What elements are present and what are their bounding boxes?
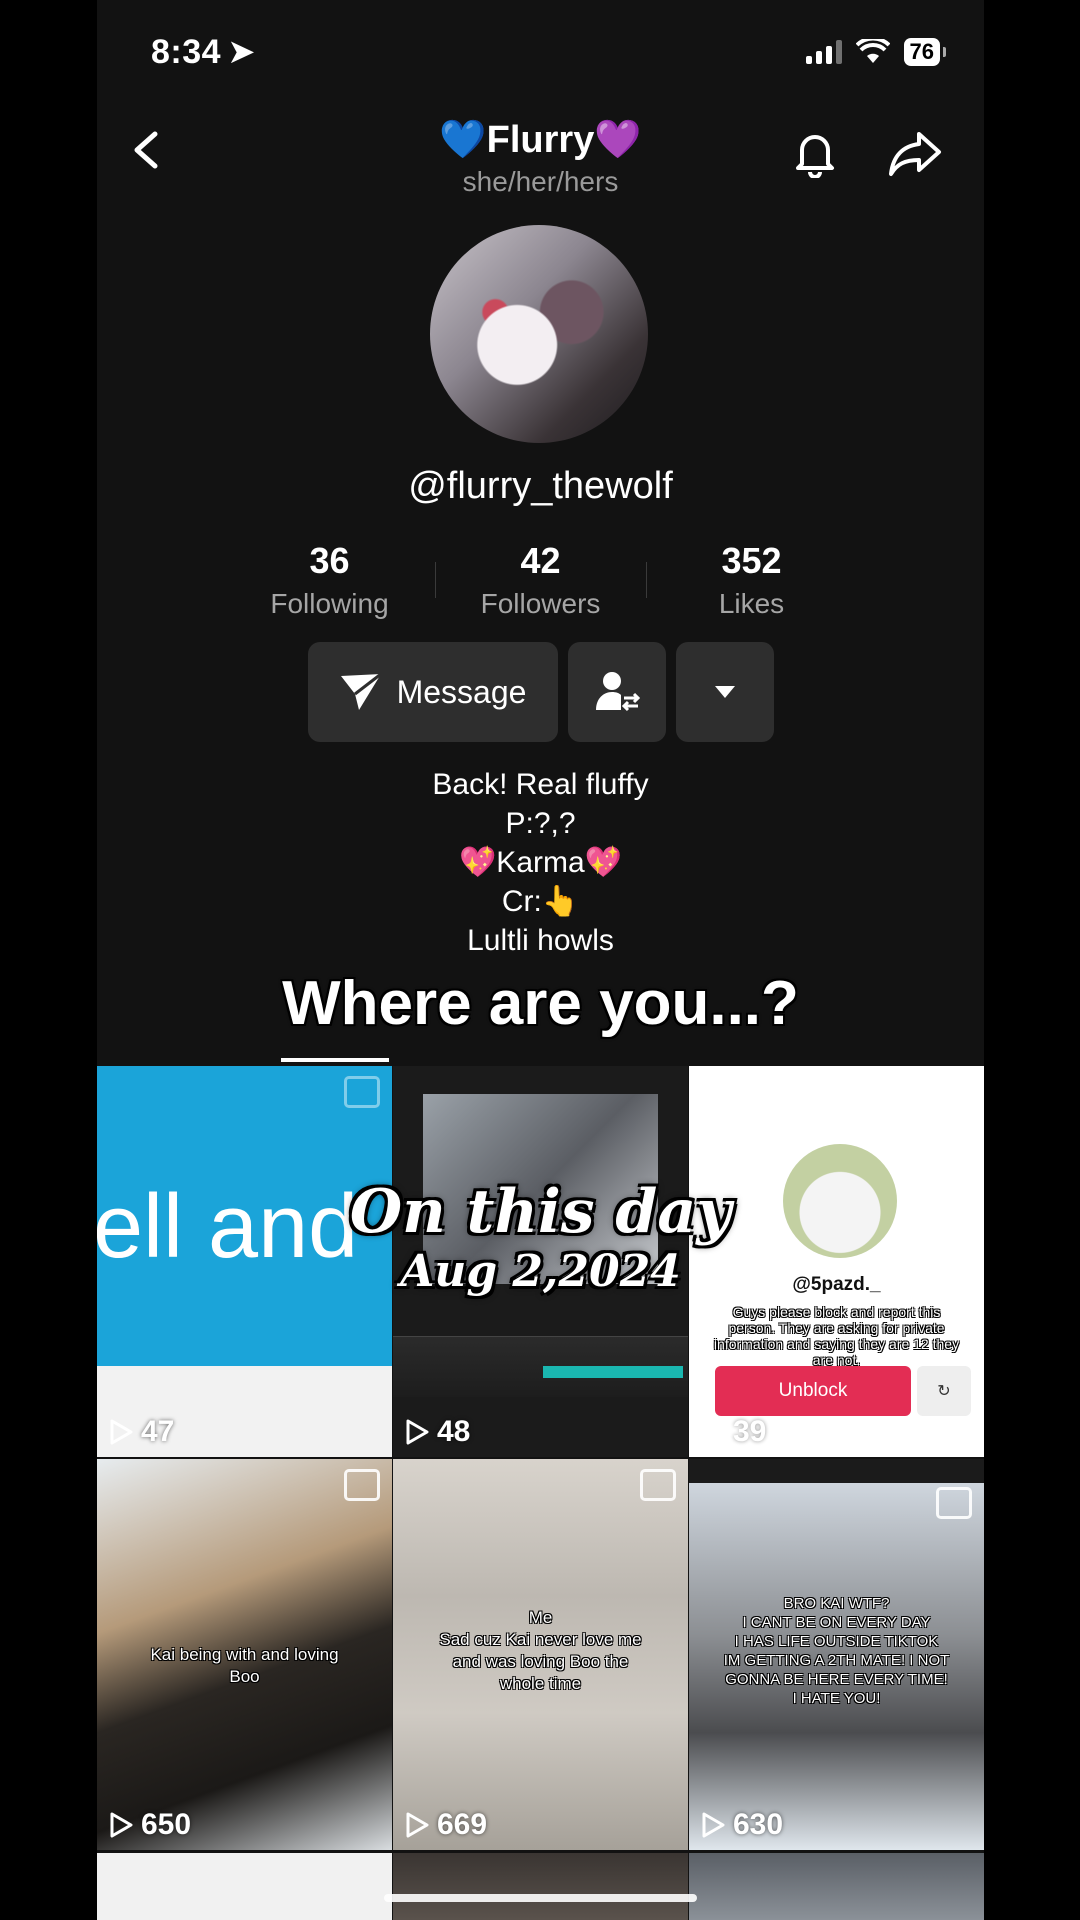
unblock-button-preview: Unblock [715, 1366, 911, 1416]
avatar[interactable] [430, 225, 648, 443]
photo-icon [640, 1469, 676, 1501]
display-name: 💙Flurry💜 [439, 119, 642, 161]
play-icon [110, 1419, 133, 1445]
play-icon [702, 1419, 725, 1445]
view-count: 630 [701, 1808, 783, 1842]
video-thumbnail[interactable] [689, 1853, 984, 1920]
on-this-day-caption: On this day Aug 2,2024 [349, 1177, 732, 1297]
friends-button[interactable] [567, 642, 666, 742]
refresh-icon: ↻ [917, 1366, 971, 1416]
photo-icon [344, 1469, 380, 1501]
play-icon [110, 1812, 133, 1838]
send-icon [340, 672, 382, 710]
photo-icon [344, 1076, 380, 1108]
username-handle: @flurry_thewolf [408, 465, 673, 507]
wifi-icon [855, 39, 890, 63]
friends-icon [595, 672, 640, 712]
video-caption: Where are you...? [282, 969, 799, 1038]
status-time: 8:34 ➤ [151, 33, 257, 71]
cellular-icon [805, 40, 842, 64]
video-thumbnail[interactable] [393, 1853, 688, 1920]
view-count: 48 [405, 1415, 470, 1449]
more-dropdown-button[interactable] [675, 642, 774, 742]
photo-icon [936, 1487, 972, 1519]
view-count: 47 [109, 1415, 174, 1449]
video-thumbnail[interactable] [97, 1853, 392, 1920]
stat-likes[interactable]: 352 Likes [647, 540, 857, 620]
view-count: 39 [701, 1415, 766, 1449]
pronouns: she/her/hers [462, 166, 619, 197]
bio: Back! Real fluffy P:?,? 💖Karma💖 Cr:👆 Lul… [432, 768, 649, 957]
profile-actions: Message [97, 642, 984, 742]
play-icon [406, 1812, 429, 1838]
photo-post-thumbnail[interactable]: Me Sad cuz Kai never love me and was lov… [393, 1459, 688, 1850]
photo-post-thumbnail[interactable]: BRO KAI WTF? I CANT BE ON EVERY DAY I HA… [689, 1459, 984, 1850]
play-icon [406, 1419, 429, 1445]
stat-followers[interactable]: 42 Followers [436, 540, 646, 620]
status-bar: 8:34 ➤ 76 [97, 0, 984, 110]
profile-screen: 8:34 ➤ 76 💙Flurry💜 she/her/hers @flurry_t… [97, 0, 984, 1920]
message-button[interactable]: Message [307, 642, 558, 742]
play-icon [702, 1812, 725, 1838]
view-count: 650 [109, 1808, 191, 1842]
battery-indicator: 76 [903, 38, 947, 66]
view-count: 669 [405, 1808, 487, 1842]
tab-indicator [281, 1058, 389, 1062]
photo-post-thumbnail[interactable]: Kai being with and loving Boo 650 [97, 1459, 392, 1850]
location-icon: ➤ [227, 33, 257, 71]
stat-following[interactable]: 36 Following [225, 540, 435, 620]
dropdown-icon [714, 686, 735, 698]
profile-stats: 36 Following 42 Followers 352 Likes [97, 540, 984, 620]
video-grid-row [97, 1853, 984, 1920]
home-indicator[interactable] [384, 1894, 697, 1902]
